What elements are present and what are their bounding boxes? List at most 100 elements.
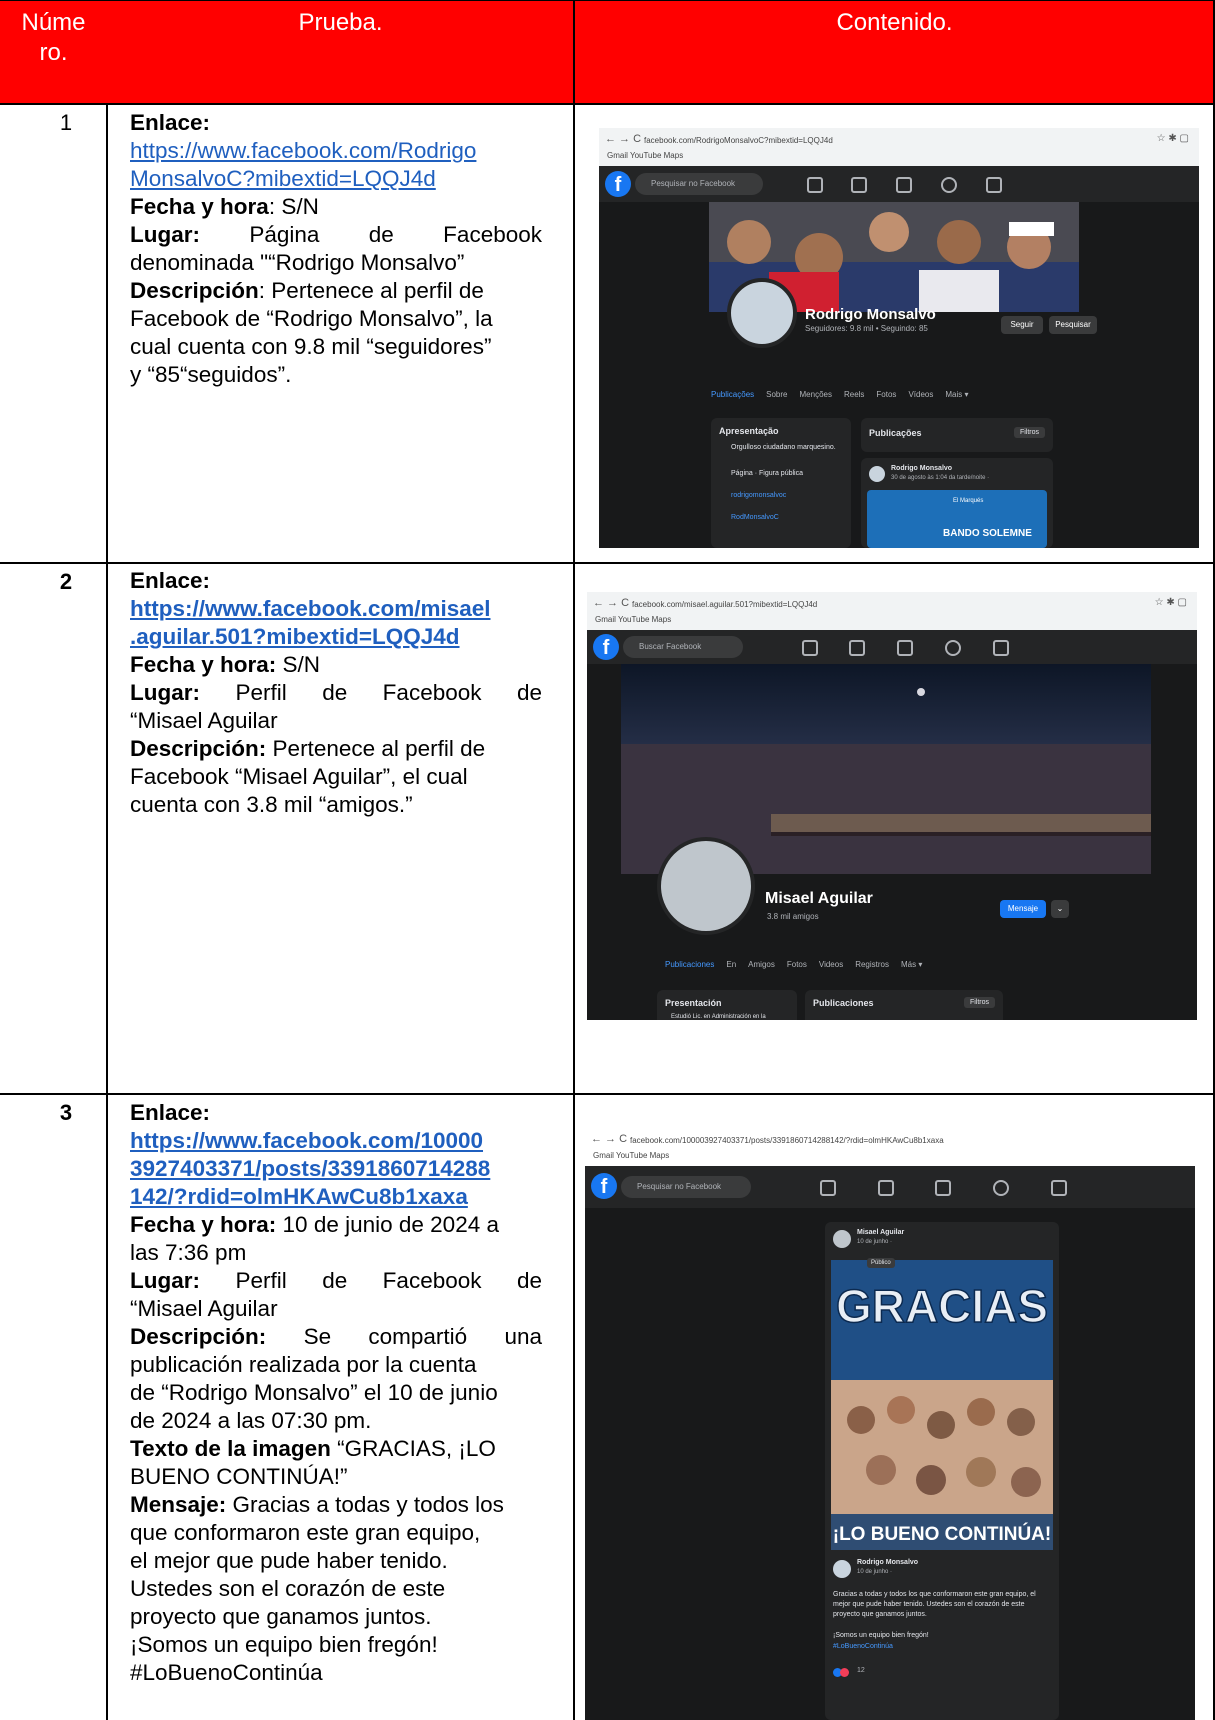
intro-item: Página · Figura pública — [731, 470, 803, 477]
tab-videos[interactable]: Videos — [819, 960, 843, 969]
tab-amigos[interactable]: Amigos — [748, 960, 775, 969]
lugar-label: Lugar: — [130, 680, 200, 705]
posts-title: Publicações — [869, 428, 922, 438]
mensaje-text: Gracias a todas y todos los — [226, 1492, 504, 1517]
enlace-label: Enlace: — [130, 568, 211, 593]
search-profile-button[interactable]: Pesquisar — [1049, 316, 1097, 334]
fecha-label: Fecha y hora: — [130, 1212, 277, 1237]
mensaje-text: Ustedes son el corazón de este — [130, 1576, 446, 1601]
evidence-link[interactable]: 142/?rdid=olmHKAwCu8b1xaxa — [130, 1184, 468, 1209]
tab-mais[interactable]: Mais ▾ — [945, 390, 968, 399]
reaction-count: 12 — [857, 1667, 865, 1674]
fecha-value: 10 de junio de 2024 a — [276, 1212, 499, 1237]
facebook-logo-icon: f — [591, 1173, 617, 1199]
post-author: Rodrigo Monsalvo — [857, 1559, 919, 1566]
lugar-value: Perfil de Facebook de — [235, 680, 542, 705]
profile-avatar — [657, 837, 755, 935]
row-evidence-text: Enlace: https://www.facebook.com/Rodrigo… — [130, 109, 542, 389]
descripcion-text: Facebook “Misael Aguilar”, el cual — [130, 764, 468, 789]
home-icon — [807, 177, 823, 193]
groups-icon — [941, 177, 957, 193]
lugar-value: Perfil de Facebook de — [235, 1268, 542, 1293]
tab-reels[interactable]: Reels — [844, 390, 864, 399]
profile-name: Misael Aguilar — [765, 890, 873, 907]
mensaje-text: proyecto que ganamos juntos. — [130, 1604, 432, 1629]
video-icon — [851, 177, 867, 193]
descripcion-label: Descripción: — [130, 1324, 267, 1349]
evidence-link[interactable]: https://www.facebook.com/10000 — [130, 1128, 483, 1153]
filters-button[interactable]: Filtros — [963, 997, 995, 1008]
tab-videos[interactable]: Vídeos — [908, 390, 933, 399]
tab-fotos[interactable]: Fotos — [787, 960, 807, 969]
descripcion-text: y “85“seguidos”. — [130, 362, 292, 387]
tab-publicaciones[interactable]: Publicaciones — [665, 960, 714, 969]
browser-chrome: ← → C facebook.com/100003927403371/posts… — [585, 1128, 1195, 1166]
facebook-search: Pesquisar no Facebook — [621, 1176, 751, 1198]
tab-sobre[interactable]: Sobre — [766, 390, 787, 399]
tab-publicacoes[interactable]: Publicações — [711, 390, 754, 399]
post-image: El Marqués BANDO SOLEMNE — [867, 490, 1047, 548]
shared-post-card: Misael Aguilar 10 de junho · Público GRA… — [825, 1222, 1059, 1720]
texto-imagen-label: Texto de la imagen — [130, 1436, 331, 1461]
video-icon — [849, 640, 865, 656]
profile-tabs: Publicaciones En Amigos Fotos Videos Registro… — [665, 960, 934, 969]
browser-url: facebook.com/RodrigoMonsalvoC?mibextid=L… — [644, 136, 833, 145]
row-number: 3 — [59, 1100, 73, 1125]
texto-imagen-value: “GRACIAS, ¡LO — [330, 1436, 496, 1461]
header-cell-number: Núme ro. — [0, 0, 107, 103]
evidence-link[interactable]: https://www.facebook.com/misael — [130, 596, 491, 621]
more-button[interactable]: ⌄ — [1051, 900, 1069, 918]
post-date: 30 de agosto às 1:04 da tarde/noite · — [891, 475, 990, 481]
grid-line — [106, 103, 108, 1720]
grid-line — [0, 0, 1215, 1]
posts-title: Publicaciones — [813, 998, 874, 1008]
filters-button[interactable]: Filtros — [1013, 427, 1045, 438]
intro-title: Presentación — [665, 998, 722, 1008]
gaming-icon — [993, 640, 1009, 656]
tab-mas[interactable]: Más ▾ — [901, 960, 922, 969]
intro-panel: Apresentação Orgulloso ciudadano marques… — [711, 418, 851, 548]
descripcion-text: de “Rodrigo Monsalvo” el 10 de junio — [130, 1380, 498, 1405]
browser-actions-icons: ☆ ✱ ▢ — [1156, 133, 1189, 144]
row-number: 2 — [59, 569, 73, 594]
facebook-logo-icon: f — [605, 171, 631, 197]
intro-text: Estudió Lic. en Administración en la — [671, 1014, 766, 1020]
descripcion-text: publicación realizada por la cuenta — [130, 1352, 477, 1377]
mensaje-text: #LoBuenoContinúa — [130, 1660, 323, 1685]
groups-icon — [993, 1180, 1009, 1196]
evidence-link[interactable]: MonsalvoC?mibextid=LQQJ4d — [130, 166, 436, 191]
gaming-icon — [1051, 1180, 1067, 1196]
bookmarks-bar: Gmail YouTube Maps — [593, 1151, 670, 1160]
evidence-link[interactable]: 3927403371/posts/3391860714288 — [130, 1156, 490, 1181]
tab-en[interactable]: En — [726, 960, 736, 969]
evidence-link[interactable]: .aguilar.501?mibextid=LQQJ4d — [130, 624, 460, 649]
tab-fotos[interactable]: Fotos — [876, 390, 896, 399]
descripcion-label: Descripción: — [130, 736, 267, 761]
tab-registros[interactable]: Registros — [855, 960, 889, 969]
screenshot-rodrigo-profile: ← → C facebook.com/RodrigoMonsalvoC?mibe… — [599, 128, 1199, 548]
post-date: 10 de junho · — [857, 1569, 893, 1575]
post-image-slogan: ¡LO BUENO CONTINÚA! — [833, 1523, 1051, 1545]
grid-line — [573, 0, 575, 1720]
message-button[interactable]: Mensaje — [1000, 900, 1046, 918]
home-icon — [802, 640, 818, 656]
tab-mencoes[interactable]: Menções — [800, 390, 832, 399]
post-card: Rodrigo Monsalvo 30 de agosto às 1:04 da… — [861, 458, 1053, 548]
fecha-label: Fecha y hora: — [130, 652, 277, 677]
grid-line — [0, 562, 1215, 564]
marketplace-icon — [897, 640, 913, 656]
fecha-value: : S/N — [268, 194, 319, 219]
posts-panel: Publicaciones Filtros — [805, 990, 1003, 1020]
profile-name: Rodrigo Monsalvo — [805, 306, 936, 323]
post-hashtag[interactable]: #LoBuenoContinúa — [833, 1643, 893, 1650]
follow-button[interactable]: Seguir — [1001, 316, 1043, 334]
enlace-label: Enlace: — [130, 1100, 211, 1125]
browser-nav-icons: ← → C — [591, 1133, 628, 1145]
intro-item: rodrigomonsalvoc — [731, 492, 787, 499]
fecha-label: Fecha y hora — [130, 194, 269, 219]
mensaje-text: que conformaron este gran equipo, — [130, 1520, 481, 1545]
evidence-link[interactable]: https://www.facebook.com/Rodrigo — [130, 138, 476, 163]
enlace-label: Enlace: — [130, 110, 211, 135]
profile-avatar — [727, 278, 797, 348]
reaction-icons — [833, 1668, 855, 1678]
